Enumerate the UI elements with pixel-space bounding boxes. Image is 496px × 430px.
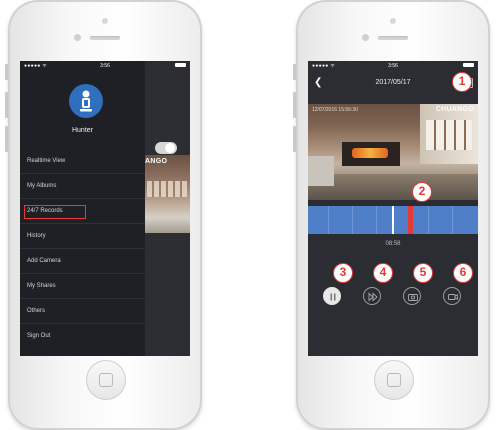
menu-item-realtime-view[interactable]: Realtime View (20, 149, 145, 174)
screen-left: ANGO Hunter Realtime View My Albums 24/7… (20, 61, 190, 356)
earpiece-speaker (90, 36, 120, 40)
home-button[interactable] (86, 360, 126, 400)
menu-item-my-albums[interactable]: My Albums (20, 174, 145, 199)
pause-button[interactable] (323, 287, 341, 305)
menu-item-label: Others (27, 308, 46, 314)
menu-item-label: Realtime View (27, 158, 66, 164)
menu-item-history[interactable]: History (20, 224, 145, 249)
timeline-tick (328, 206, 329, 234)
toggle-knob (165, 143, 175, 153)
battery-icon (175, 63, 186, 67)
menu-item-label: My Shares (27, 283, 56, 289)
phone-left: ANGO Hunter Realtime View My Albums 24/7… (5, 0, 202, 430)
volume-up-button (5, 92, 8, 118)
menu-item-my-shares[interactable]: My Shares (20, 274, 145, 299)
home-button[interactable] (374, 360, 414, 400)
playback-time: 08:58 (385, 241, 401, 247)
avatar[interactable] (69, 84, 103, 118)
window-decor (147, 181, 187, 197)
mute-switch (5, 64, 8, 80)
recording-segment[interactable] (408, 206, 413, 234)
volume-down-button (293, 126, 296, 152)
menu-item-label: Add Camera (27, 258, 61, 264)
front-camera (390, 18, 396, 24)
video-timestamp: 12/07/2016 15:56:30 (312, 107, 358, 113)
scene-window (426, 120, 472, 150)
timeline-cursor[interactable] (392, 206, 394, 234)
callout-4: 4 (373, 263, 393, 283)
home-square-icon (387, 373, 401, 387)
camera-thumbnail: ANGO (145, 155, 190, 233)
mute-switch (293, 64, 296, 80)
menu-item-others[interactable]: Others (20, 299, 145, 324)
front-camera (102, 18, 108, 24)
callout-5: 5 (413, 263, 433, 283)
status-bar: ●●●●● ᯤ 3:56 (308, 61, 478, 71)
callout-1: 1 (452, 72, 472, 92)
fast-forward-button[interactable] (363, 287, 381, 305)
screen-right: ●●●●● ᯤ 3:56 ❮ 2017/05/17 12/07/2016 15:… (308, 61, 478, 356)
menu-item-label: My Albums (27, 183, 57, 189)
timeline-tick (428, 206, 429, 234)
camera-icon (408, 294, 418, 301)
camera-toggle[interactable] (155, 142, 177, 154)
volume-down-button (5, 126, 8, 152)
phone-right: ●●●●● ᯤ 3:56 ❮ 2017/05/17 12/07/2016 15:… (293, 0, 490, 430)
menu-highlight-box (24, 205, 86, 219)
timeline-tick (452, 206, 453, 234)
status-time: 3:56 (100, 63, 110, 69)
front-sensor (74, 34, 81, 41)
timeline-tick (352, 206, 353, 234)
volume-up-button (293, 92, 296, 118)
callout-6: 6 (453, 263, 473, 283)
video-icon (448, 294, 458, 300)
camera-logo-icon (80, 90, 92, 112)
video-player[interactable]: 12/07/2016 15:56:30 CHUANGO (308, 104, 478, 200)
callout-2: 2 (412, 182, 432, 202)
main-view-peek[interactable]: ANGO (145, 71, 190, 356)
record-video-button[interactable] (443, 287, 461, 305)
home-square-icon (99, 373, 113, 387)
snapshot-button[interactable] (403, 287, 421, 305)
earpiece-speaker (378, 36, 408, 40)
scene-fire (352, 148, 388, 158)
timeline-bar[interactable] (308, 206, 478, 234)
pause-icon (330, 293, 336, 301)
username: Hunter (71, 127, 93, 134)
scene-sofa (308, 156, 334, 186)
menu-item-label: Sign Out (27, 333, 51, 339)
fast-forward-icon (368, 292, 378, 302)
menu-item-add-camera[interactable]: Add Camera (20, 249, 145, 274)
front-sensor (362, 34, 369, 41)
timeline-tick (376, 206, 377, 234)
camera-brand-logo: ANGO (145, 158, 168, 165)
menu-item-label: History (27, 233, 46, 239)
callout-3: 3 (333, 263, 353, 283)
status-time: 3:56 (388, 63, 398, 69)
side-drawer: Hunter Realtime View My Albums 24/7 Reco… (20, 61, 145, 356)
menu-item-sign-out[interactable]: Sign Out (20, 324, 145, 349)
status-bar: ●●●●● ᯤ 3:56 (20, 61, 190, 71)
battery-icon (463, 63, 474, 67)
video-brand-logo: CHUANGO (435, 106, 474, 113)
